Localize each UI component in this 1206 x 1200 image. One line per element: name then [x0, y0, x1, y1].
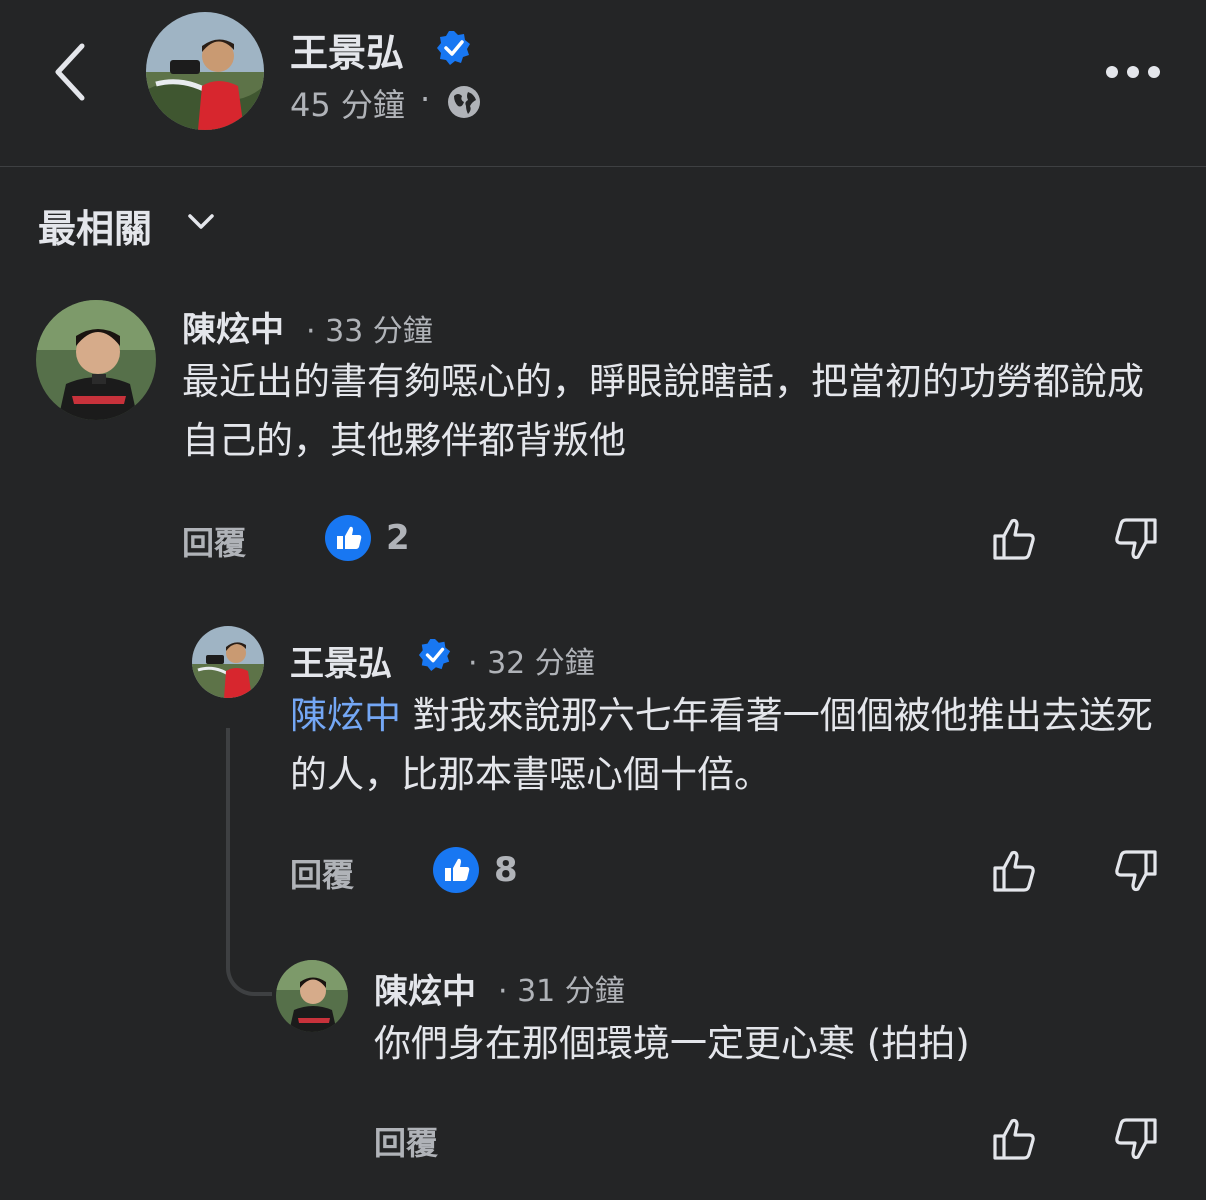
thumbs-up-icon[interactable] [990, 1114, 1040, 1164]
reply-button[interactable]: 回覆 [374, 1118, 438, 1164]
like-count: 8 [494, 850, 518, 890]
comment-text: 陳炫中 對我來說那六七年看著一個個被他推出去送死的人，比那本書噁心個十倍。 [290, 686, 1170, 804]
chevron-down-icon[interactable] [186, 210, 216, 234]
verified-badge-icon [418, 638, 451, 672]
back-chevron-icon[interactable] [48, 40, 92, 104]
commenter-avatar[interactable] [276, 960, 348, 1032]
comment-author[interactable]: 陳炫中 [182, 302, 284, 351]
thumbs-up-icon[interactable] [990, 846, 1040, 896]
avatar-photo-icon [192, 626, 264, 698]
comment-timestamp: · 31 分鐘 [498, 974, 625, 1009]
more-options-icon[interactable] [1104, 62, 1162, 82]
comment-text-body: 對我來說那六七年看著一個個被他推出去送死的人，比那本書噁心個十倍。 [290, 694, 1153, 797]
like-reaction-icon [433, 847, 479, 893]
mention-link[interactable]: 陳炫中 [290, 694, 401, 737]
comment-text: 最近出的書有夠噁心的，睜眼說瞎話，把當初的功勞都說成自己的，其他夥伴都背叛他 [182, 360, 1144, 463]
globe-icon [448, 86, 480, 118]
commenter-avatar[interactable] [192, 626, 264, 698]
comment-timestamp: · 33 分鐘 [306, 314, 433, 349]
comment-timestamp: · 32 分鐘 [468, 646, 595, 681]
reply-thread-line [226, 728, 272, 996]
avatar-photo-icon [276, 960, 348, 1032]
thumbs-down-icon[interactable] [1110, 846, 1160, 896]
verified-badge-icon [437, 31, 470, 65]
thumbs-down-icon[interactable] [1110, 514, 1160, 564]
like-count: 2 [386, 518, 410, 558]
avatar-photo-icon [36, 300, 156, 420]
avatar-photo-icon [146, 12, 264, 130]
header-divider [0, 166, 1206, 167]
like-reaction-icon [325, 515, 371, 561]
separator-dot: · [420, 80, 431, 118]
commenter-avatar[interactable] [36, 300, 156, 420]
thumbs-up-icon[interactable] [990, 514, 1040, 564]
thumbs-down-icon[interactable] [1110, 1114, 1160, 1164]
reply-button[interactable]: 回覆 [182, 518, 246, 564]
author-avatar[interactable] [146, 12, 264, 130]
reply-button[interactable]: 回覆 [290, 850, 354, 896]
sort-dropdown[interactable]: 最相關 [38, 198, 152, 253]
comment-text: 你們身在那個環境一定更心寒 (拍拍) [374, 1022, 970, 1065]
author-name[interactable]: 王景弘 [290, 22, 404, 77]
post-timestamp: 45 分鐘 [290, 86, 405, 124]
comment-author[interactable]: 陳炫中 [374, 964, 476, 1013]
comment-author[interactable]: 王景弘 [290, 636, 392, 685]
